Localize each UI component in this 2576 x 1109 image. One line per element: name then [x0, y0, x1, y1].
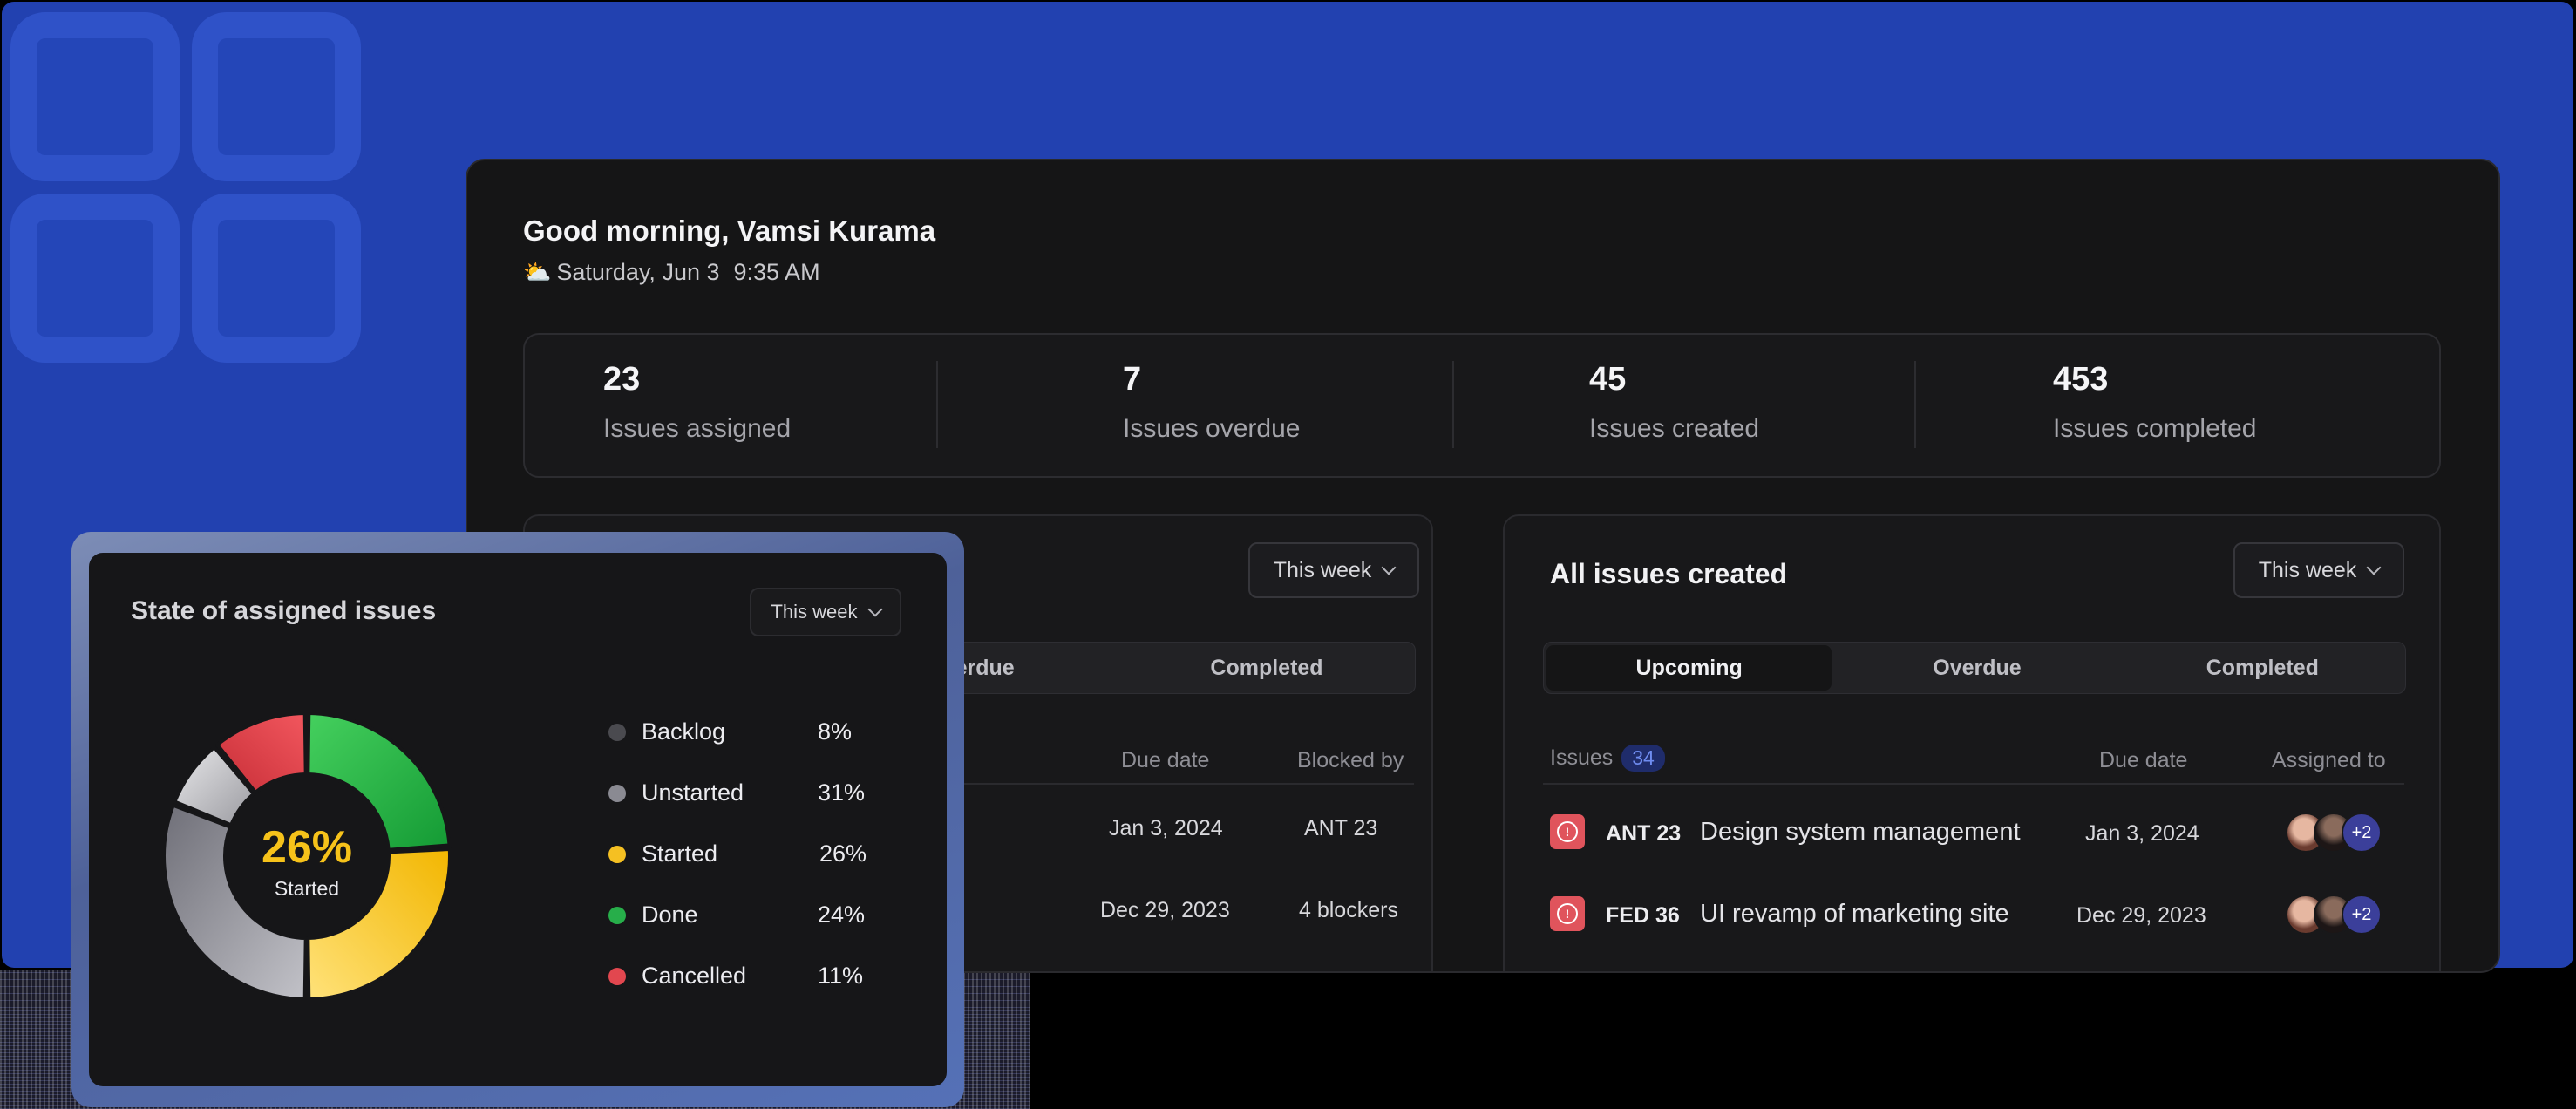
- issue-title[interactable]: Design system management: [1700, 818, 2021, 847]
- col-assigned-to: Assigned to: [2272, 748, 2386, 772]
- chevron-down-icon: [867, 602, 883, 617]
- tab-completed[interactable]: Completed: [2120, 643, 2405, 693]
- legend-dot: [608, 784, 626, 802]
- issue-id[interactable]: FED 36: [1606, 903, 1680, 929]
- stat-label: Issues completed: [2053, 414, 2257, 443]
- legend-unstarted[interactable]: Unstarted: [608, 779, 744, 806]
- chevron-down-icon: [1381, 560, 1397, 575]
- dropdown-label: This week: [1273, 557, 1372, 582]
- assignee-avatars[interactable]: +2: [2286, 813, 2382, 853]
- stat-issues-overdue[interactable]: 7 Issues overdue: [1123, 361, 1300, 444]
- card-title: State of assigned issues: [131, 596, 437, 625]
- issue-id[interactable]: ANT 23: [1606, 821, 1681, 847]
- time-filter-dropdown[interactable]: This week: [750, 588, 901, 636]
- greeting-title: Good morning, Vamsi Kurama: [523, 214, 936, 247]
- col-blocked-by: Blocked by: [1297, 748, 1404, 772]
- alert-icon: !: [1550, 896, 1585, 931]
- donut-center-value: 26%: [261, 822, 353, 873]
- col-due-date: Due date: [1121, 748, 1210, 772]
- tab-upcoming[interactable]: Upcoming: [1546, 645, 1832, 691]
- alert-icon: !: [1550, 814, 1585, 849]
- legend-label: Backlog: [642, 718, 726, 745]
- stat-value: 23: [603, 361, 641, 398]
- stat-issues-completed[interactable]: 453 Issues completed: [2053, 361, 2256, 444]
- stat-label: Issues overdue: [1123, 414, 1301, 443]
- more-assignees-badge: +2: [2342, 895, 2382, 935]
- date-time: ⛅ Saturday, Jun 3 9:35 AM: [523, 259, 820, 286]
- more-assignees-badge: +2: [2342, 813, 2382, 853]
- header-divider: [1543, 783, 2404, 785]
- row-blocked-by[interactable]: ANT 23: [1304, 816, 1377, 841]
- col-due-date: Due date: [2099, 748, 2188, 772]
- divider: [1914, 361, 1916, 448]
- legend-cancelled[interactable]: Cancelled: [608, 963, 746, 990]
- time-filter-dropdown[interactable]: This week: [1248, 542, 1419, 598]
- stat-value: 45: [1589, 361, 1627, 398]
- tab-completed[interactable]: Completed: [1118, 643, 1415, 693]
- chevron-down-icon: [2366, 560, 2382, 575]
- legend-label: Started: [642, 840, 718, 867]
- decor-square-icon: [192, 12, 361, 181]
- legend-backlog[interactable]: Backlog: [608, 718, 725, 745]
- dropdown-label: This week: [771, 601, 858, 623]
- legend-label: Unstarted: [642, 779, 744, 806]
- time-text: 9:35 AM: [733, 259, 820, 285]
- legend-pct: 31%: [818, 779, 866, 806]
- row-due-date: Jan 3, 2024: [1109, 816, 1223, 840]
- card-title: All issues created: [1550, 558, 1788, 589]
- legend-label: Done: [642, 901, 698, 928]
- stat-issues-assigned[interactable]: 23 Issues assigned: [603, 361, 791, 444]
- partly-sunny-icon: ⛅: [523, 259, 552, 285]
- legend-dot: [608, 723, 626, 741]
- stat-value: 453: [2053, 361, 2109, 398]
- stats-summary: 23 Issues assigned 7 Issues overdue 45 I…: [523, 333, 2441, 478]
- legend-done[interactable]: Done: [608, 901, 698, 929]
- divider: [936, 361, 938, 448]
- legend-pct: 11%: [818, 963, 864, 989]
- col-issues-label: Issues: [1550, 745, 1614, 770]
- stat-value: 7: [1123, 361, 1142, 398]
- col-issues: Issues 34: [1550, 745, 1665, 772]
- legend-dot: [608, 967, 626, 985]
- legend-pct: 8%: [818, 718, 853, 745]
- legend-label: Cancelled: [642, 963, 747, 989]
- stat-label: Issues created: [1589, 414, 1760, 443]
- issue-title[interactable]: UI revamp of marketing site: [1700, 900, 2009, 929]
- created-tabs: Upcoming Overdue Completed: [1543, 642, 2406, 694]
- assignee-avatars[interactable]: +2: [2286, 895, 2382, 935]
- state-of-assigned-issues-card: State of assigned issues This week 26% S…: [89, 553, 947, 1086]
- row-blocked-by[interactable]: 4 blockers: [1299, 898, 1398, 923]
- stat-label: Issues assigned: [603, 414, 792, 443]
- divider: [1452, 361, 1454, 448]
- time-filter-dropdown[interactable]: This week: [2233, 542, 2404, 598]
- all-issues-created-card: All issues created This week Upcoming Ov…: [1503, 514, 2441, 971]
- decor-square-icon: [192, 194, 361, 363]
- legend-pct: 26%: [819, 840, 867, 867]
- dropdown-label: This week: [2258, 557, 2357, 582]
- stat-issues-created[interactable]: 45 Issues created: [1589, 361, 1759, 444]
- legend-dot: [608, 906, 626, 924]
- issue-due-date: Dec 29, 2023: [2076, 903, 2206, 928]
- issue-due-date: Jan 3, 2024: [2085, 821, 2199, 846]
- donut-center-label: Started: [274, 877, 340, 900]
- issues-count-badge: 34: [1621, 745, 1665, 772]
- legend-dot: [608, 845, 626, 863]
- legend-pct: 24%: [818, 901, 866, 928]
- legend-started[interactable]: Started: [608, 840, 717, 867]
- decor-square-icon: [10, 12, 180, 181]
- decor-square-icon: [10, 194, 180, 363]
- date-text: Saturday, Jun 3: [556, 259, 720, 285]
- row-due-date: Dec 29, 2023: [1100, 898, 1230, 922]
- tab-overdue[interactable]: Overdue: [1834, 643, 2119, 693]
